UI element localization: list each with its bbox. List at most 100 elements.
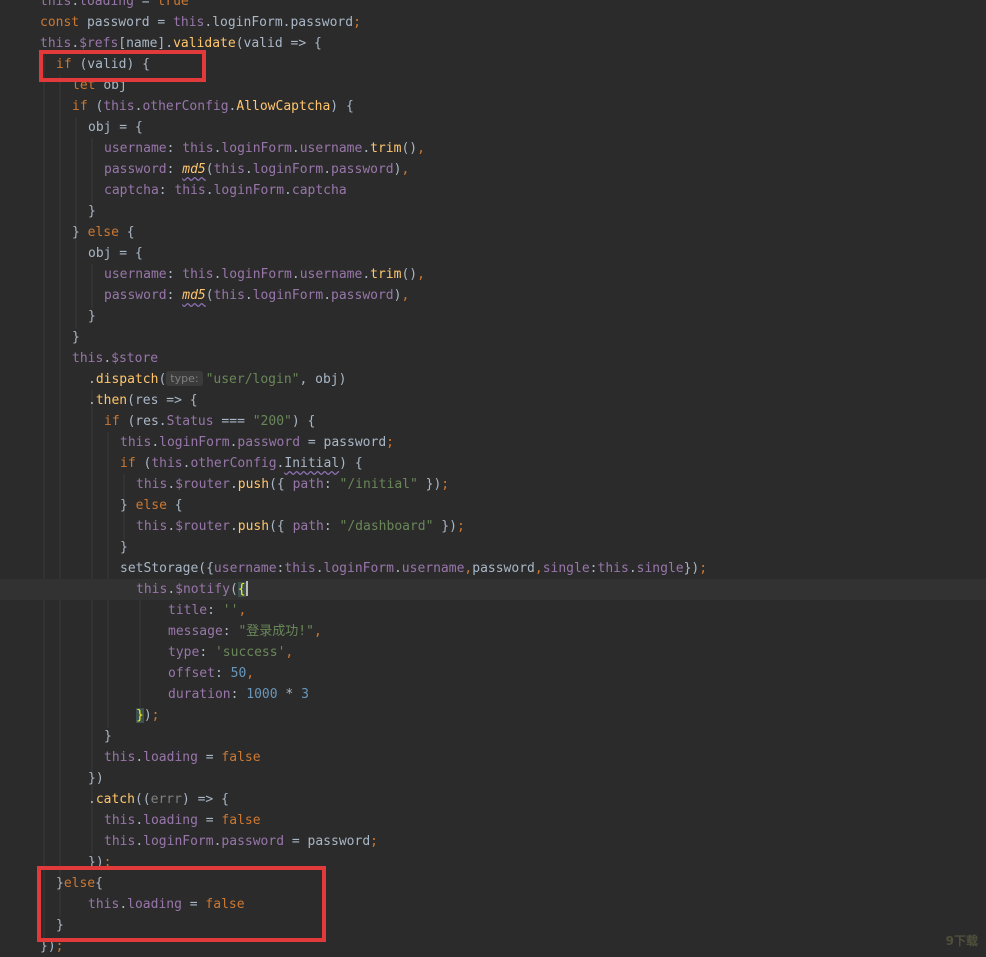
code-token: $refs — [79, 36, 119, 51]
code-token: } — [136, 708, 144, 723]
code-editor[interactable]: this.loading = true const password = this… — [0, 0, 986, 957]
code-line[interactable]: if (this.otherConfig.AllowCaptcha) { — [72, 96, 354, 117]
code-line[interactable]: this.$refs[name].validate(valid => { — [40, 33, 322, 54]
code-token: { — [174, 498, 183, 513]
code-token: . — [167, 519, 176, 534]
code-line[interactable]: setStorage({username:this.loginForm.user… — [120, 558, 707, 579]
code-line[interactable]: offset: 50, — [168, 663, 254, 684]
code-token: , — [401, 162, 410, 177]
code-token: catch — [95, 792, 135, 807]
code-line[interactable]: this.loading = false — [104, 747, 261, 768]
code-token: , — [534, 561, 543, 576]
code-line[interactable]: if (this.otherConfig.Initial) { — [120, 453, 363, 474]
code-line[interactable]: } — [72, 327, 80, 348]
code-line[interactable]: this.loginForm.password = password; — [104, 831, 378, 852]
code-token: { — [126, 225, 135, 240]
code-token: ) — [143, 708, 152, 723]
code-line[interactable]: } else { — [72, 222, 135, 243]
code-line[interactable]: } — [120, 537, 128, 558]
code-line[interactable]: type: 'success', — [168, 642, 293, 663]
code-line[interactable]: if (valid) { — [56, 54, 150, 75]
code-token: false — [205, 897, 245, 912]
code-token: else — [87, 225, 127, 240]
code-token: . — [135, 813, 144, 828]
code-line[interactable]: this.loginForm.password = password; — [120, 432, 394, 453]
code-token: . — [71, 36, 80, 51]
code-token: : — [589, 561, 598, 576]
code-line[interactable]: } else { — [120, 495, 183, 516]
code-token: this — [40, 36, 72, 51]
code-token: '' — [222, 603, 239, 618]
code-line[interactable]: if (res.Status === "200") { — [104, 411, 315, 432]
code-line[interactable]: } — [88, 201, 96, 222]
code-line[interactable]: username: this.loginForm.username.trim()… — [104, 138, 425, 159]
code-line[interactable]: title: '', — [168, 600, 246, 621]
code-line[interactable]: } — [88, 306, 96, 327]
code-line[interactable]: duration: 1000 * 3 — [168, 684, 309, 705]
code-line[interactable]: obj = { — [88, 117, 143, 138]
code-token: duration — [168, 687, 231, 702]
code-line[interactable]: let obj — [72, 75, 127, 96]
code-token: "/dashboard" — [339, 519, 434, 534]
code-line[interactable]: username: this.loginForm.username.trim()… — [104, 264, 425, 285]
code-token: . — [151, 435, 160, 450]
code-token: . — [291, 141, 300, 156]
code-line[interactable]: }) — [88, 768, 104, 789]
code-line[interactable]: } — [56, 915, 64, 936]
code-token: offset — [168, 666, 215, 681]
code-token: 1000 — [246, 687, 278, 702]
code-line[interactable]: } — [104, 726, 112, 747]
code-token: ; — [103, 855, 112, 870]
code-token: loginForm — [221, 267, 292, 282]
code-line[interactable]: password: md5(this.loginForm.password), — [104, 159, 409, 180]
code-token: ; — [370, 834, 378, 849]
code-token: } — [56, 876, 64, 891]
code-line[interactable]: this.$store — [72, 348, 158, 369]
code-token: . — [315, 561, 324, 576]
code-token: ) { — [330, 99, 354, 114]
code-line[interactable]: .catch((errr) => { — [88, 789, 229, 810]
code-line[interactable]: }); — [136, 705, 159, 726]
code-line[interactable]: }); — [40, 936, 63, 957]
code-token: 3 — [301, 687, 309, 702]
code-line[interactable]: this.loading = false — [88, 894, 245, 915]
code-token: ) { — [291, 414, 316, 429]
code-line[interactable]: }); — [88, 852, 111, 873]
code-line[interactable]: .dispatch(type: "user/login", obj) — [88, 369, 346, 390]
code-line[interactable]: captcha: this.loginForm.captcha — [104, 180, 347, 201]
code-token: = — [197, 813, 222, 828]
code-line[interactable]: this.$router.push({ path: "/dashboard" }… — [136, 516, 465, 537]
code-line[interactable]: obj = { — [88, 243, 143, 264]
code-token: , — [238, 603, 247, 618]
code-line[interactable]: .then(res => { — [88, 390, 198, 411]
code-token: : — [207, 603, 223, 618]
code-token: this — [213, 288, 245, 303]
code-line[interactable]: message: "登录成功!", — [168, 621, 322, 642]
code-line[interactable]: this.$router.push({ path: "/initial" }); — [136, 474, 449, 495]
code-token: . — [135, 834, 144, 849]
code-token: captcha — [291, 183, 347, 198]
code-token: ( — [158, 372, 167, 387]
code-token: . — [362, 141, 371, 156]
code-line[interactable]: this.loading = true — [40, 0, 189, 12]
code-token: username — [401, 561, 465, 576]
code-token: } — [120, 540, 128, 555]
code-token: (valid) { — [79, 57, 150, 72]
code-token: }) — [433, 519, 457, 534]
code-line[interactable]: this.loading = false — [104, 810, 261, 831]
code-token: [name]. — [118, 36, 174, 51]
code-token: , — [401, 288, 410, 303]
code-line[interactable]: password: md5(this.loginForm.password), — [104, 285, 409, 306]
code-token: this — [182, 141, 214, 156]
code-token: username — [104, 141, 167, 156]
code-line[interactable]: }else{ — [56, 873, 103, 894]
code-token: 'success' — [214, 645, 286, 660]
code-token: . — [229, 519, 238, 534]
code-line[interactable]: const password = this.loginForm.password… — [40, 12, 361, 33]
code-line[interactable]: this.$notify({ — [136, 579, 248, 600]
code-token: , obj) — [299, 372, 347, 387]
code-token: let — [72, 78, 104, 93]
code-token: this — [103, 99, 135, 114]
code-token: ; — [353, 15, 361, 30]
code-token: ({ — [269, 519, 293, 534]
